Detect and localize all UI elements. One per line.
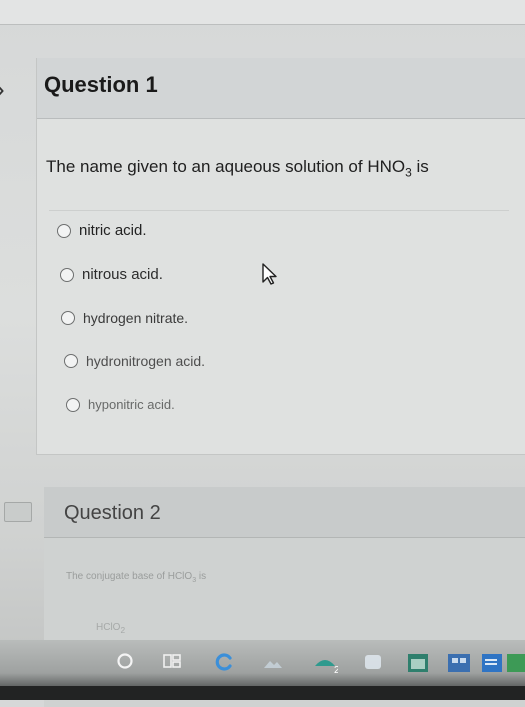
- answer-option-label: HClO: [96, 622, 121, 633]
- answer-option-5[interactable]: hyponitric acid.: [66, 397, 175, 412]
- answer-option-1[interactable]: nitric acid.: [57, 222, 147, 239]
- question-1-prompt: The name given to an aqueous solution of…: [46, 157, 429, 179]
- answer-option-label: hydronitrogen acid.: [86, 353, 206, 369]
- flag-question-icon[interactable]: [4, 502, 32, 522]
- question-2-prompt-text: The conjugate base of HClO: [66, 571, 193, 582]
- task-view-icon[interactable]: [162, 652, 182, 670]
- question-1-header: Question 1: [37, 58, 525, 119]
- answer-option-label: nitrous acid.: [82, 266, 163, 283]
- question-1-prompt-text: The name given to an aqueous solution of…: [46, 157, 406, 176]
- photos-icon[interactable]: [262, 652, 284, 672]
- radio-button-icon[interactable]: [66, 397, 80, 412]
- search-circle-icon[interactable]: [116, 652, 134, 670]
- answer-option-label: nitric acid.: [79, 222, 147, 239]
- browser-icon[interactable]: [214, 652, 234, 672]
- question-2-header: Question 2: [44, 487, 525, 538]
- answer-option-4[interactable]: hydronitrogen acid.: [64, 353, 205, 369]
- screen-bezel: [0, 686, 525, 700]
- radio-button-icon[interactable]: [64, 354, 78, 368]
- answer-option-label: hydrogen nitrate.: [83, 310, 189, 326]
- question-2-answer-option-1[interactable]: HClO2: [96, 622, 125, 635]
- prompt-divider: [49, 210, 509, 211]
- cortana-icon[interactable]: [362, 652, 384, 672]
- question-1-prompt-end: is: [411, 157, 429, 176]
- radio-button-icon[interactable]: [60, 267, 74, 282]
- answer-option-3[interactable]: hydrogen nitrate.: [61, 310, 188, 326]
- radio-button-icon[interactable]: [57, 223, 71, 238]
- browser-top-strip: [0, 0, 525, 25]
- answer-option-label: hyponitric acid.: [88, 397, 175, 412]
- notification-badge: 2: [334, 665, 338, 674]
- calendar-icon[interactable]: [406, 652, 430, 674]
- question-1-prompt-subscript: 3: [405, 165, 412, 180]
- question-1-card: Question 1 The name given to an aqueous …: [36, 58, 525, 455]
- mouse-cursor-icon: [262, 263, 277, 285]
- answer-option-2[interactable]: nitrous acid.: [60, 266, 163, 283]
- excel-icon[interactable]: [505, 652, 525, 674]
- windows-store-icon[interactable]: [446, 652, 472, 674]
- question-1-title: Question 1: [44, 72, 158, 97]
- question-2-prompt: The conjugate base of HClO3 is: [66, 571, 206, 584]
- question-2-title: Question 2: [64, 502, 161, 524]
- radio-button-icon[interactable]: [61, 311, 75, 325]
- word-icon[interactable]: [480, 652, 504, 674]
- answer-option-subscript: 2: [120, 625, 126, 635]
- chevron-right-icon[interactable]: ›: [0, 74, 5, 105]
- outlook-icon[interactable]: 2: [312, 652, 338, 674]
- question-2-prompt-end: is: [196, 571, 207, 582]
